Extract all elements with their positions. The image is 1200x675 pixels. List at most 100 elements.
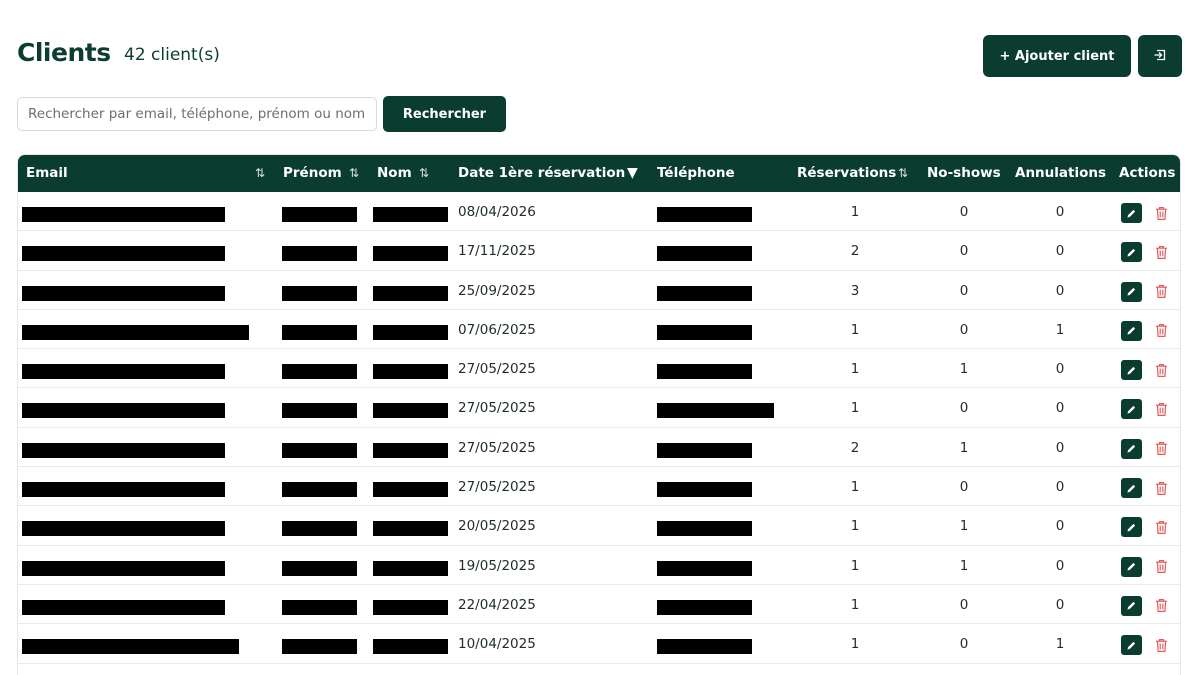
delete-button[interactable] xyxy=(1153,242,1169,262)
redacted-email xyxy=(22,246,225,262)
delete-button[interactable] xyxy=(1153,282,1169,302)
trash-icon xyxy=(1155,363,1167,377)
table-row: 17/11/2025 2 0 0 xyxy=(18,231,1180,271)
cell-annulations: 0 xyxy=(1055,282,1065,299)
redacted-prenom xyxy=(282,403,357,419)
redacted-prenom xyxy=(282,521,357,537)
redacted-telephone xyxy=(657,403,774,419)
redacted-email xyxy=(22,599,225,615)
cell-reservations: 2 xyxy=(850,439,860,456)
cell-noshows: 1 xyxy=(959,361,969,378)
delete-button[interactable] xyxy=(1153,360,1169,380)
delete-button[interactable] xyxy=(1153,321,1169,341)
column-header-email[interactable]: Email xyxy=(26,155,68,192)
redacted-prenom xyxy=(282,207,357,222)
delete-button[interactable] xyxy=(1153,635,1169,655)
redacted-email xyxy=(22,521,225,537)
edit-button[interactable] xyxy=(1121,635,1142,656)
edit-button[interactable] xyxy=(1121,438,1142,459)
table-row: 19/05/2025 1 1 0 xyxy=(18,546,1180,585)
cell-noshows: 0 xyxy=(959,243,969,260)
pencil-icon xyxy=(1127,563,1136,571)
edit-button[interactable] xyxy=(1121,242,1142,263)
redacted-telephone xyxy=(657,364,752,380)
cell-date: 27/05/2025 xyxy=(458,439,536,456)
pencil-icon xyxy=(1127,366,1136,375)
export-button[interactable] xyxy=(1138,35,1182,77)
cell-date: 17/11/2025 xyxy=(458,243,536,260)
edit-button[interactable] xyxy=(1121,320,1142,341)
column-header-telephone: Téléphone xyxy=(657,165,735,181)
delete-button[interactable] xyxy=(1153,557,1169,577)
add-client-button[interactable]: + Ajouter client xyxy=(983,35,1131,77)
delete-button[interactable] xyxy=(1153,596,1169,616)
cell-noshows: 0 xyxy=(959,400,969,417)
sort-icon[interactable]: ⇅ xyxy=(898,155,908,192)
trash-icon xyxy=(1155,245,1167,259)
cell-noshows: 0 xyxy=(959,282,969,299)
cell-annulations: 0 xyxy=(1055,557,1065,574)
redacted-prenom xyxy=(282,324,357,340)
sort-icon[interactable]: ⇅ xyxy=(255,155,265,192)
redacted-telephone xyxy=(657,599,752,615)
column-header-nom[interactable]: Nom xyxy=(377,155,412,192)
redacted-nom xyxy=(373,403,448,419)
redacted-nom xyxy=(373,482,448,498)
delete-button[interactable] xyxy=(1153,517,1169,537)
redacted-prenom xyxy=(282,482,357,498)
cell-date: 25/09/2025 xyxy=(458,282,536,299)
edit-button[interactable] xyxy=(1121,556,1142,577)
redacted-email xyxy=(22,324,249,340)
cell-date: 19/05/2025 xyxy=(458,557,536,574)
redacted-email xyxy=(22,285,225,301)
cell-noshows: 0 xyxy=(959,479,969,496)
pencil-icon xyxy=(1127,287,1136,296)
sort-desc-icon[interactable]: ▼ xyxy=(627,155,638,192)
edit-button[interactable] xyxy=(1121,281,1142,302)
edit-button[interactable] xyxy=(1121,595,1142,616)
cell-annulations: 0 xyxy=(1055,204,1065,220)
delete-button[interactable] xyxy=(1153,399,1169,419)
column-header-prenom[interactable]: Prénom xyxy=(283,155,342,192)
redacted-email xyxy=(22,207,225,222)
sort-icon[interactable]: ⇅ xyxy=(419,155,429,192)
delete-button[interactable] xyxy=(1153,203,1169,223)
column-header-date[interactable]: Date 1ère réservation xyxy=(458,155,625,192)
edit-button[interactable] xyxy=(1121,517,1142,538)
delete-button[interactable] xyxy=(1153,439,1169,459)
edit-button[interactable] xyxy=(1121,478,1142,499)
column-header-annulations: Annulations xyxy=(1015,165,1107,181)
cell-date: 27/05/2025 xyxy=(458,479,536,496)
redacted-prenom xyxy=(282,639,357,655)
redacted-prenom xyxy=(282,246,357,262)
edit-button[interactable] xyxy=(1121,360,1142,381)
redacted-telephone xyxy=(657,442,752,458)
cell-reservations: 1 xyxy=(850,518,860,535)
redacted-nom xyxy=(373,324,448,340)
column-header-reservations[interactable]: Réservations xyxy=(797,155,896,192)
pencil-icon xyxy=(1127,641,1136,650)
cell-date: 07/06/2025 xyxy=(458,321,536,338)
clients-table: Email ⇅ Prénom ⇅ Nom ⇅ Date 1ère réserva… xyxy=(17,154,1181,675)
redacted-telephone xyxy=(657,285,752,301)
pencil-icon xyxy=(1127,209,1136,217)
table-row: 20/05/2025 1 1 0 xyxy=(18,506,1180,546)
cell-date: 08/04/2026 xyxy=(458,204,536,220)
table-row: 07/06/2025 1 0 1 xyxy=(18,310,1180,350)
redacted-telephone xyxy=(657,639,752,655)
table-row: 27/05/2025 2 1 0 xyxy=(18,428,1180,468)
cell-annulations: 0 xyxy=(1055,439,1065,456)
delete-button[interactable] xyxy=(1153,478,1169,498)
edit-button[interactable] xyxy=(1121,399,1142,420)
search-input[interactable] xyxy=(17,97,377,131)
sort-icon[interactable]: ⇅ xyxy=(349,155,359,192)
redacted-prenom xyxy=(282,442,357,458)
search-button[interactable]: Rechercher xyxy=(383,96,506,132)
cell-annulations: 1 xyxy=(1055,321,1065,338)
redacted-email xyxy=(22,364,225,380)
redacted-telephone xyxy=(657,207,752,222)
cell-annulations: 0 xyxy=(1055,479,1065,496)
edit-button[interactable] xyxy=(1121,203,1142,223)
redacted-nom xyxy=(373,246,448,262)
redacted-telephone xyxy=(657,560,752,576)
